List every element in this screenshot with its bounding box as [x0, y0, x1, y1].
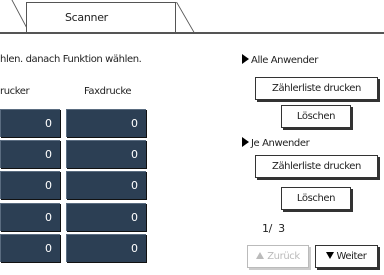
per-user-clear-button[interactable]: Löschen	[281, 187, 351, 210]
counter-printer-2: 0	[0, 140, 60, 168]
arrow-right-icon	[242, 137, 249, 147]
counter-fax-3: 0	[66, 171, 146, 199]
tab-scanner[interactable]: Scanner	[26, 2, 176, 32]
counter-printer-5: 0	[0, 234, 60, 262]
per-user-print-counter-list-button[interactable]: Zählerliste drucken	[255, 155, 378, 178]
page-total: 3	[278, 222, 285, 235]
counter-printer-4: 0	[0, 203, 60, 231]
per-user-heading: Je Anwender	[242, 137, 310, 149]
all-users-print-counter-list-button[interactable]: Zählerliste drucken	[255, 77, 378, 100]
counter-fax-4: 0	[66, 203, 146, 231]
page-indicator: 1/ 3	[262, 222, 285, 235]
next-button-label: Weiter	[336, 251, 367, 262]
all-users-heading: Alle Anwender	[242, 54, 318, 66]
tab-scanner-label: Scanner	[65, 11, 108, 24]
column-header-fax: Faxdrucke	[84, 86, 132, 97]
tab-scanner-slant	[176, 2, 212, 32]
counter-fax-5: 0	[66, 234, 146, 262]
all-users-clear-button[interactable]: Löschen	[281, 105, 351, 128]
page-current: 1/	[262, 222, 272, 235]
triangle-down-icon	[326, 252, 335, 259]
triangle-up-icon	[256, 252, 265, 259]
counter-printer-3: 0	[0, 171, 60, 199]
arrow-right-icon	[242, 54, 249, 64]
counter-fax-2: 0	[66, 140, 146, 168]
counter-fax-1: 0	[66, 109, 146, 137]
all-users-label: Alle Anwender	[251, 55, 318, 66]
back-button-label: Zurück	[267, 251, 300, 262]
counter-printer-1: 0	[0, 109, 60, 137]
tab-baseline	[0, 32, 384, 34]
column-header-printer: rucker	[0, 86, 30, 97]
tab-bar: Scanner	[0, 0, 384, 34]
next-button[interactable]: Weiter	[315, 245, 378, 268]
per-user-label: Je Anwender	[251, 138, 310, 149]
instruction-text: hlen. danach Funktion wählen.	[0, 54, 142, 65]
back-button[interactable]: Zurück	[247, 245, 309, 268]
